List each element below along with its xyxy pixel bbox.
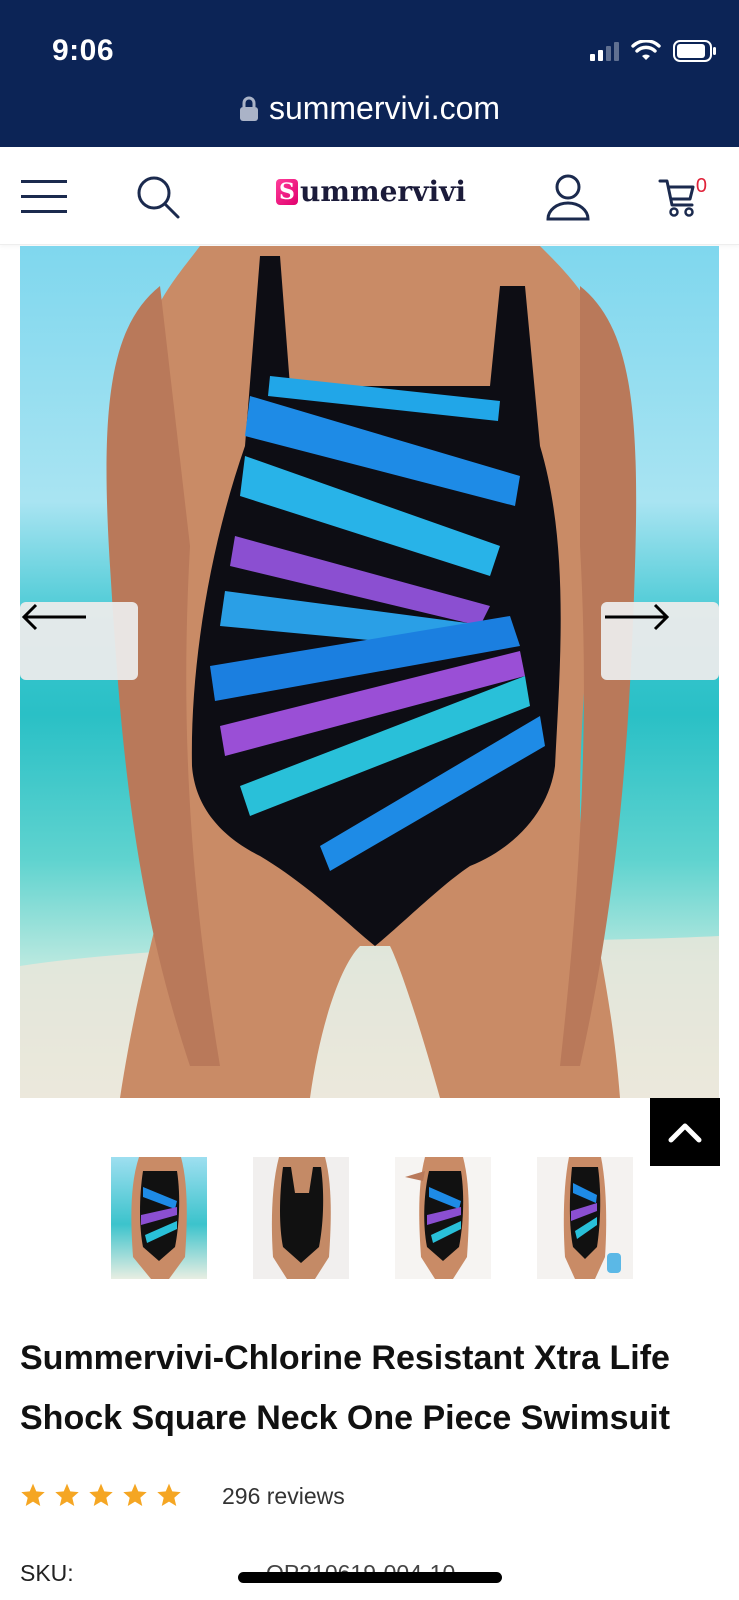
site-header: Summervivi 0 [0, 147, 739, 245]
user-icon [546, 174, 590, 221]
browser-top-bar: 9:06 summervivi.com [0, 0, 739, 147]
logo-mark: S [276, 178, 298, 205]
star-icon [21, 1483, 45, 1507]
star-icon [123, 1483, 147, 1507]
status-icons [590, 40, 717, 62]
arrow-left-icon [21, 603, 86, 631]
logo-text: ummervivi [300, 175, 466, 208]
arrow-right-icon [605, 603, 670, 631]
reviews-link[interactable]: 296 reviews [222, 1483, 345, 1510]
lock-icon [239, 96, 258, 121]
menu-button[interactable] [16, 169, 72, 225]
battery-icon [673, 40, 716, 62]
back-to-top-button[interactable] [650, 1098, 720, 1166]
cart-count-badge: 0 [695, 175, 707, 197]
account-button[interactable] [540, 169, 596, 225]
previous-image-button[interactable] [20, 602, 138, 680]
rating-stars [20, 1482, 182, 1508]
chevron-up-icon [668, 1123, 702, 1143]
site-logo[interactable]: Summervivi [276, 175, 466, 208]
cellular-signal-icon [590, 41, 619, 61]
thumbnail-side-view[interactable] [395, 1157, 491, 1279]
cart-icon [658, 179, 695, 217]
star-icon [89, 1483, 113, 1507]
url-bar[interactable]: summervivi.com [0, 88, 739, 127]
home-indicator[interactable] [238, 1572, 502, 1583]
status-time: 9:06 [52, 34, 115, 67]
thumbnail-strip [0, 1157, 739, 1279]
thumbnail-full-view[interactable] [537, 1157, 633, 1279]
thumbnail-front-view[interactable] [111, 1157, 207, 1279]
search-icon [137, 176, 180, 219]
url-text: summervivi.com [268, 90, 501, 127]
thumbnail-back-view[interactable] [253, 1157, 349, 1279]
search-button[interactable] [130, 169, 186, 225]
wifi-icon [631, 40, 661, 60]
sku-label: SKU: [20, 1560, 74, 1586]
menu-icon [21, 180, 67, 213]
product-main-image[interactable] [20, 246, 719, 1098]
star-icon [55, 1483, 79, 1507]
next-image-button[interactable] [601, 602, 719, 680]
product-title: Summervivi-Chlorine Resistant Xtra Life … [20, 1339, 671, 1437]
star-icon [157, 1483, 181, 1507]
